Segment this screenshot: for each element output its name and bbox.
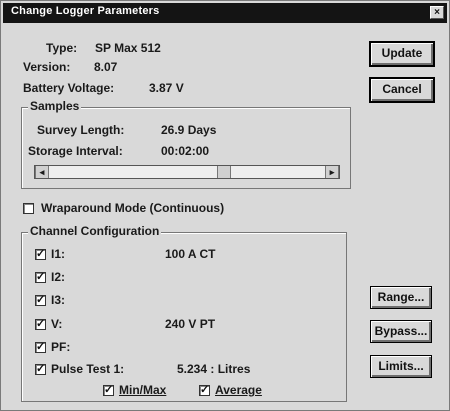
channel-i1-value: 100 A CT xyxy=(165,247,216,261)
storage-interval-value: 00:02:00 xyxy=(161,144,210,158)
channel-i3-checkbox[interactable] xyxy=(35,293,46,306)
channel-configuration-legend: Channel Configuration xyxy=(28,224,162,238)
pulse-test-label: Pulse Test 1: xyxy=(51,362,125,376)
scroll-left-arrow-icon[interactable]: ◂ xyxy=(35,166,49,178)
bypass-button[interactable]: Bypass... xyxy=(370,320,432,343)
scroll-right-arrow-icon[interactable]: ▸ xyxy=(325,166,339,178)
type-label: Type: xyxy=(46,41,78,55)
survey-length-value: 26.9 Days xyxy=(161,123,217,137)
update-button[interactable]: Update xyxy=(369,41,435,67)
cancel-button[interactable]: Cancel xyxy=(369,77,435,103)
pulse-test-checkbox[interactable] xyxy=(35,362,46,375)
wraparound-label: Wraparound Mode (Continuous) xyxy=(41,201,225,215)
type-value: SP Max 512 xyxy=(95,41,161,55)
scroll-thumb[interactable] xyxy=(217,166,231,178)
title-bar[interactable]: Change Logger Parameters × xyxy=(3,3,447,23)
samples-legend: Samples xyxy=(28,99,82,113)
wraparound-checkbox[interactable] xyxy=(23,203,34,214)
channel-pf-checkbox[interactable] xyxy=(35,340,46,353)
channel-v-checkbox[interactable] xyxy=(35,317,46,330)
version-value: 8.07 xyxy=(94,60,118,74)
limits-button[interactable]: Limits... xyxy=(370,355,432,378)
minmax-label: Min/Max xyxy=(119,383,167,397)
channel-v-value: 240 V PT xyxy=(165,317,216,331)
close-icon[interactable]: × xyxy=(430,6,444,19)
storage-interval-scrollbar[interactable]: ◂ ▸ xyxy=(34,165,340,179)
storage-interval-label: Storage Interval: xyxy=(28,144,123,158)
channel-i1-checkbox[interactable] xyxy=(35,247,46,260)
pulse-test-value: 5.234 : Litres xyxy=(177,362,251,376)
window-title: Change Logger Parameters xyxy=(11,5,160,17)
battery-voltage-label: Battery Voltage: xyxy=(23,81,115,95)
channel-i2-label: I2: xyxy=(51,270,66,284)
channel-v-label: V: xyxy=(51,317,63,331)
average-checkbox[interactable] xyxy=(199,383,210,396)
average-label: Average xyxy=(215,383,262,397)
minmax-checkbox[interactable] xyxy=(103,383,114,396)
battery-voltage-value: 3.87 V xyxy=(149,81,184,95)
range-button[interactable]: Range... xyxy=(370,286,432,309)
dialog-window: Change Logger Parameters × Type: SP Max … xyxy=(0,0,450,411)
channel-i2-checkbox[interactable] xyxy=(35,270,46,283)
channel-i3-label: I3: xyxy=(51,293,66,307)
channel-i1-label: I1: xyxy=(51,247,66,261)
version-label: Version: xyxy=(23,60,71,74)
survey-length-label: Survey Length: xyxy=(37,123,125,137)
channel-pf-label: PF: xyxy=(51,340,71,354)
